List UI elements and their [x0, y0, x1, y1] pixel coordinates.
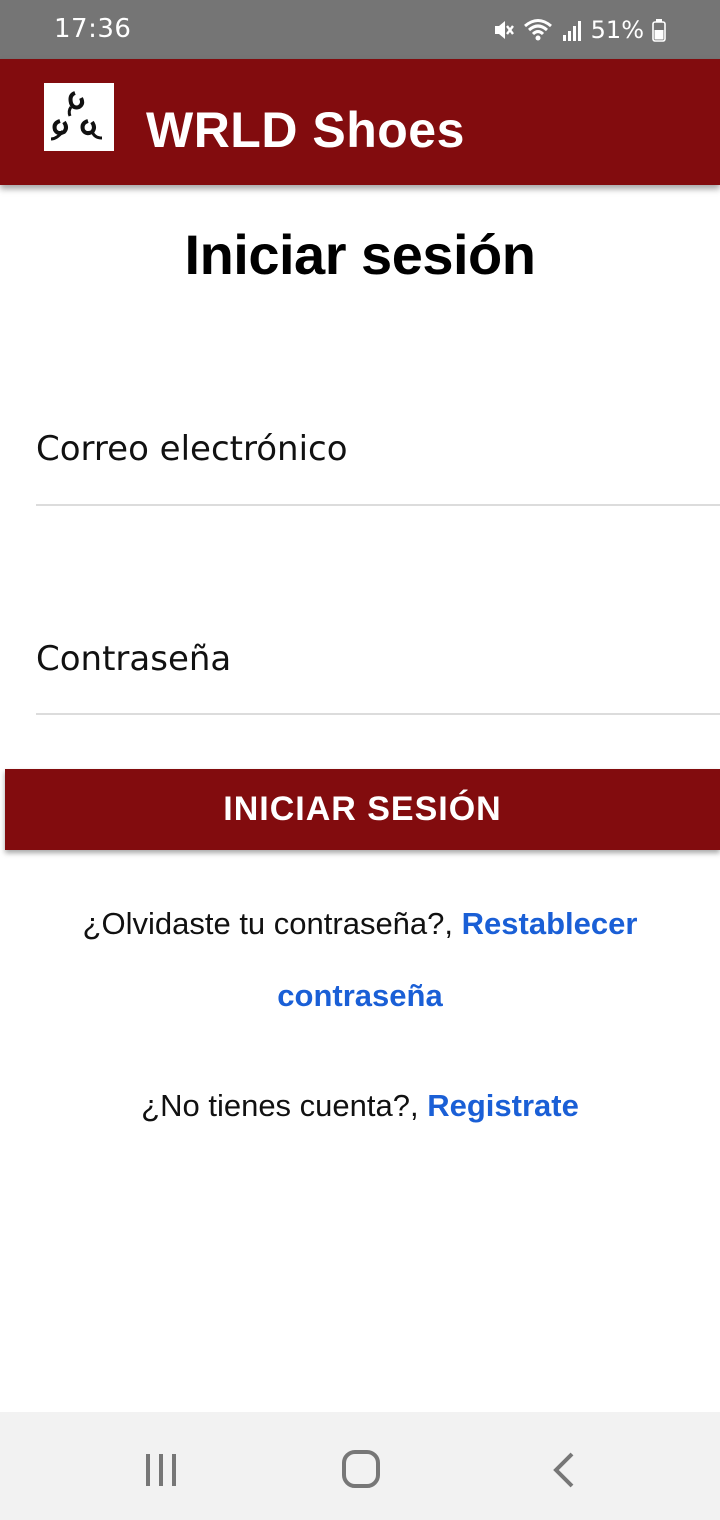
app-title: WRLD Shoes — [146, 102, 465, 158]
mute-icon — [493, 18, 515, 42]
register-link[interactable]: Registrate — [427, 1088, 579, 1123]
forgot-password-label: ¿Olvidaste tu contraseña?, — [82, 906, 454, 941]
email-field[interactable] — [36, 394, 720, 506]
forgot-password-text: ¿Olvidaste tu contraseña?, Restablecer c… — [40, 888, 680, 1032]
app-bar: WRLD Shoes — [0, 59, 720, 185]
login-button[interactable]: INICIAR SESIÓN — [5, 769, 720, 850]
wifi-icon — [523, 18, 553, 42]
status-bar: 17:36 51% — [0, 0, 720, 59]
recents-icon[interactable] — [131, 1442, 191, 1502]
battery-percent: 51% — [590, 16, 644, 44]
status-icons: 51% — [493, 14, 666, 46]
system-nav-bar — [0, 1412, 720, 1520]
back-icon[interactable] — [534, 1442, 594, 1502]
battery-icon — [652, 18, 666, 42]
register-label: ¿No tienes cuenta?, — [141, 1088, 419, 1123]
page-title: Iniciar sesión — [184, 223, 536, 286]
status-time: 17:36 — [54, 14, 132, 44]
signal-icon — [561, 18, 583, 42]
home-icon[interactable] — [331, 1442, 391, 1502]
register-text: ¿No tienes cuenta?, Registrate — [0, 1080, 720, 1132]
password-field[interactable] — [36, 604, 720, 715]
logo-icon — [44, 83, 114, 151]
